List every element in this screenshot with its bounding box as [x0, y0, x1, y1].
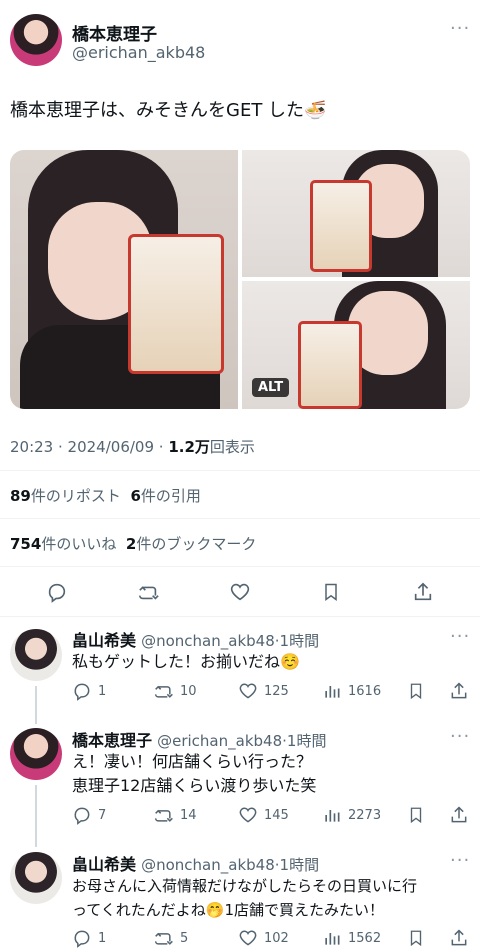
- reply-time[interactable]: 1時間: [287, 732, 327, 750]
- reply-header: 畠山希美 @nonchan_akb48·1時間: [72, 855, 320, 874]
- main-action-bar: [0, 578, 480, 606]
- views-button[interactable]: 2273: [322, 805, 381, 825]
- thread-line: [35, 785, 37, 847]
- bookmark-icon[interactable]: [407, 681, 425, 701]
- reply-author-name[interactable]: 畠山希美: [72, 631, 136, 650]
- like-button[interactable]: 125: [238, 681, 289, 701]
- divider: [0, 616, 480, 617]
- reply-author-handle[interactable]: @nonchan_akb48: [141, 632, 275, 650]
- views-button[interactable]: 1616: [322, 681, 381, 701]
- photo-2[interactable]: [242, 150, 470, 277]
- reply-icon: [74, 683, 90, 701]
- bookmarks-link[interactable]: 2件のブックマーク: [126, 535, 256, 553]
- share-icon[interactable]: [449, 681, 469, 701]
- more-icon[interactable]: ···: [450, 18, 470, 39]
- share-icon[interactable]: [449, 805, 469, 825]
- repost-button[interactable]: 14: [154, 805, 197, 825]
- bookmark-icon[interactable]: [321, 581, 341, 603]
- alt-badge[interactable]: ALT: [252, 378, 290, 397]
- views-icon: [325, 810, 340, 822]
- reply-button[interactable]: 7: [72, 805, 106, 825]
- reply-avatar[interactable]: [10, 852, 62, 904]
- reposts-link[interactable]: 89件のリポスト: [10, 487, 121, 505]
- repost-icon: [154, 809, 173, 822]
- like-icon: [239, 683, 257, 699]
- reply-author-name[interactable]: 畠山希美: [72, 855, 136, 874]
- reply-author-handle[interactable]: @erichan_akb48: [157, 732, 282, 750]
- bookmark-icon[interactable]: [407, 805, 425, 825]
- repost-stats: 89件のリポスト 6件の引用: [10, 485, 201, 506]
- like-button[interactable]: 102: [238, 928, 289, 948]
- repost-icon: [154, 685, 173, 698]
- reply-icon: [74, 930, 90, 948]
- quotes-link[interactable]: 6件の引用: [130, 487, 200, 505]
- reply-button[interactable]: 1: [72, 681, 106, 701]
- reply-author-handle[interactable]: @nonchan_akb48: [141, 856, 275, 874]
- share-icon[interactable]: [449, 928, 469, 948]
- like-icon[interactable]: [229, 581, 251, 603]
- tweet-text: 橋本恵理子は、みそきんをGET した🍜: [10, 100, 327, 121]
- views-count: 1.2万: [168, 438, 210, 456]
- views-label: 回表示: [209, 438, 255, 456]
- reply-avatar[interactable]: [10, 629, 62, 681]
- reply-icon[interactable]: [46, 581, 68, 603]
- author-avatar[interactable]: [10, 14, 62, 66]
- more-icon[interactable]: ···: [450, 626, 470, 647]
- repost-button[interactable]: 10: [154, 681, 197, 701]
- likes-link[interactable]: 754件のいいね: [10, 535, 116, 553]
- more-icon[interactable]: ···: [450, 726, 470, 747]
- more-icon[interactable]: ···: [450, 850, 470, 871]
- reply-header: 橋本恵理子 @erichan_akb48·1時間: [72, 731, 327, 750]
- author-handle[interactable]: @erichan_akb48: [72, 43, 205, 62]
- reply-time[interactable]: 1時間: [280, 632, 320, 650]
- reply-icon: [74, 807, 90, 825]
- thread-line: [35, 686, 37, 724]
- reply-time[interactable]: 1時間: [280, 856, 320, 874]
- repost-icon[interactable]: [137, 581, 161, 603]
- divider: [0, 518, 480, 519]
- views-button[interactable]: 1562: [322, 928, 381, 948]
- bookmark-icon[interactable]: [407, 928, 425, 948]
- repost-button[interactable]: 5: [154, 928, 188, 948]
- like-icon: [239, 930, 257, 946]
- reply-button[interactable]: 1: [72, 928, 106, 948]
- reply-text: え！凄い！何店舗くらい行った？ 恵理子12店舗くらい渡り歩いた笑: [72, 752, 317, 795]
- views-icon: [325, 686, 340, 698]
- author-name[interactable]: 橋本恵理子: [72, 20, 157, 45]
- photo-3[interactable]: ALT: [242, 281, 470, 409]
- divider: [0, 566, 480, 567]
- repost-icon: [154, 932, 173, 945]
- photo-1[interactable]: [10, 150, 238, 409]
- reply-text: お母さんに入荷情報だけながしたらその日買いに行 ってくれたんだよね🤭1店舗で買え…: [72, 877, 418, 919]
- share-icon[interactable]: [412, 581, 434, 603]
- divider: [0, 470, 480, 471]
- like-stats: 754件のいいね 2件のブックマーク: [10, 533, 256, 554]
- like-button[interactable]: 145: [238, 805, 289, 825]
- tweet-date[interactable]: 2024/06/09: [68, 438, 154, 456]
- tweet-time[interactable]: 20:23: [10, 438, 53, 456]
- views-icon: [325, 933, 340, 945]
- tweet-meta: 20:23 · 2024/06/09 · 1.2万回表示: [10, 438, 255, 456]
- reply-avatar[interactable]: [10, 728, 62, 780]
- like-icon: [239, 807, 257, 823]
- reply-author-name[interactable]: 橋本恵理子: [72, 731, 152, 750]
- reply-text: 私もゲットした！お揃いだね☺️: [72, 652, 300, 671]
- media-grid[interactable]: ALT: [10, 150, 470, 409]
- reply-header: 畠山希美 @nonchan_akb48·1時間: [72, 631, 320, 650]
